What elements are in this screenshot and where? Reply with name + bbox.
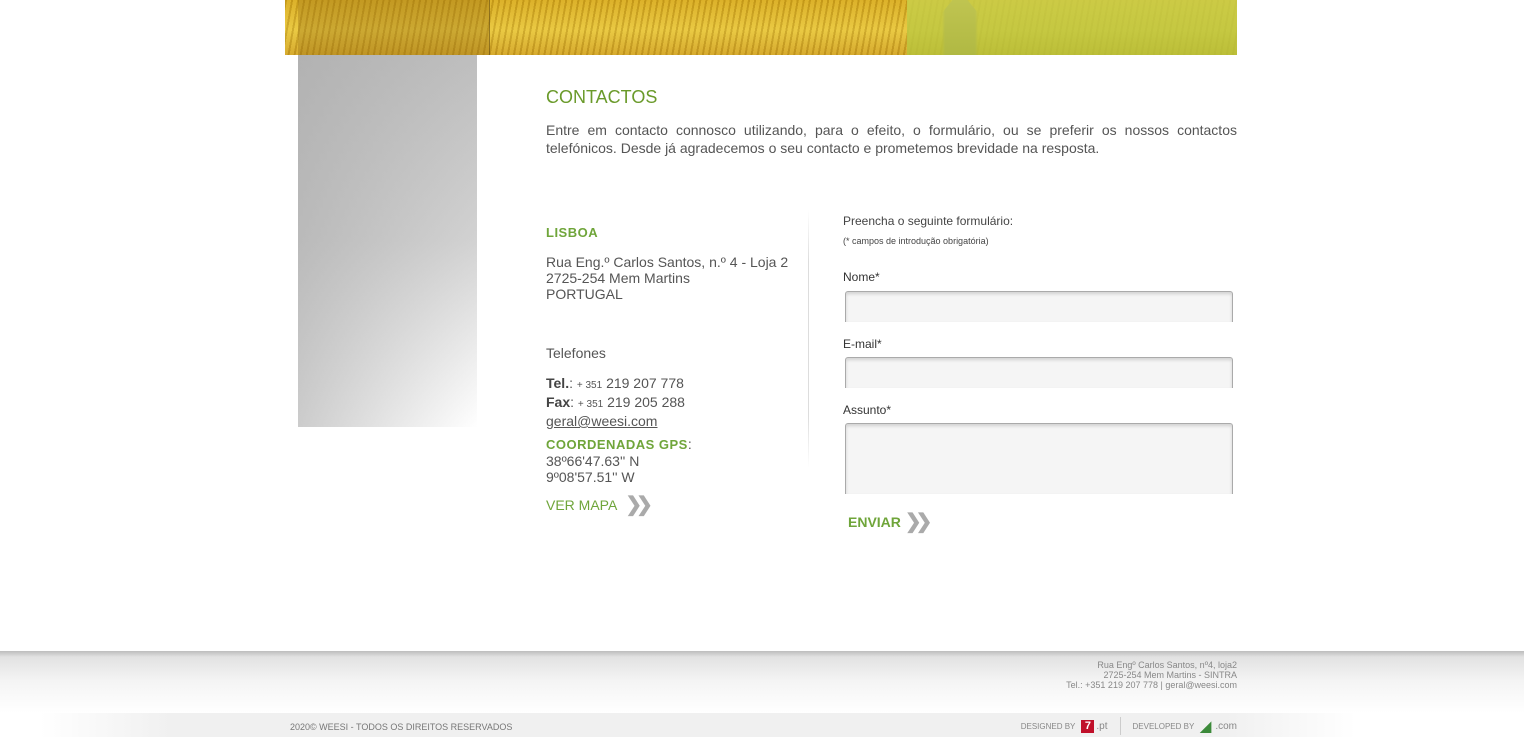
designer-domain: .pt — [1096, 720, 1108, 732]
email-label: E-mail* — [843, 337, 882, 351]
email-link[interactable]: geral@weesi.com — [546, 413, 657, 429]
footer-address-3: Tel.: +351 219 207 778 | geral@weesi.com — [1066, 680, 1237, 690]
address-line-1: Rua Eng.º Carlos Santos, n.º 4 - Loja 2 — [546, 254, 789, 270]
address-line-2: 2725-254 Mem Martins — [546, 270, 690, 286]
fax-number: 219 205 288 — [607, 394, 685, 410]
name-field[interactable] — [845, 291, 1233, 322]
office-address: Rua Eng.º Carlos Santos, n.º 4 - Loja 2 … — [546, 254, 788, 302]
sidebar-gradient — [298, 55, 477, 427]
view-map-link[interactable]: VER MAPA ❯❯ — [546, 494, 653, 516]
gps-title: COORDENADAS GPS — [546, 437, 688, 452]
gps-longitude: 9º08'57.51'' W — [546, 469, 635, 485]
column-divider — [808, 210, 809, 468]
tel-row: Tel.: + 351 219 207 778 — [546, 375, 684, 391]
name-label: Nome* — [843, 270, 880, 284]
gps-latitude: 38º66'47.63'' N — [546, 453, 640, 469]
developer-domain: .com — [1215, 720, 1237, 732]
send-label: ENVIAR — [848, 514, 901, 530]
designer-logo-link[interactable]: 7 .pt — [1081, 719, 1108, 733]
tel-label: Tel. — [546, 375, 570, 391]
footer-credits: DESIGNED BY 7 .pt DEVELOPED BY ◢ .com — [1021, 717, 1237, 735]
send-button[interactable]: ENVIAR ❯❯ — [848, 511, 932, 533]
email-field[interactable] — [845, 357, 1233, 388]
designer-logo-icon: 7 — [1081, 719, 1095, 733]
subject-label: Assunto* — [843, 403, 892, 417]
form-intro: Preencha o seguinte formulário: — [843, 214, 1014, 228]
fax-label: Fax — [546, 394, 571, 410]
copyright-text: 2020© WEESI - TODOS OS DIREITOS RESERVAD… — [290, 722, 513, 732]
page-title: CONTACTOS — [546, 87, 658, 107]
fax-row: Fax: + 351 219 205 288 — [546, 394, 685, 410]
subject-field[interactable] — [845, 423, 1233, 494]
fax-prefix: + 351 — [577, 399, 604, 410]
tel-prefix: + 351 — [576, 380, 603, 391]
footer-address-2: 2725-254 Mem Martins - SINTRA — [1103, 670, 1237, 680]
view-map-label: VER MAPA — [546, 497, 618, 513]
developer-logo-icon: ◢ — [1200, 717, 1212, 734]
banner-side-panel — [298, 0, 490, 55]
gps-block: COORDENADAS GPS: 38º66'47.63'' N 9º08'57… — [546, 436, 692, 485]
form-required-note: (* campos de introdução obrigatória) — [843, 236, 989, 246]
header-banner-image — [285, 0, 1237, 55]
developed-by-label: DEVELOPED BY — [1132, 721, 1195, 731]
phones-heading: Telefones — [546, 345, 606, 361]
credits-separator — [1119, 717, 1121, 735]
footer-address-1: Rua Engº Carlos Santos, nº4, loja2 — [1097, 660, 1237, 670]
developer-logo-link[interactable]: ◢ .com — [1200, 717, 1237, 734]
double-chevron-right-icon: ❯❯ — [625, 494, 652, 516]
footer-address: Rua Engº Carlos Santos, nº4, loja2 2725-… — [1066, 660, 1237, 690]
designed-by-label: DESIGNED BY — [1020, 721, 1076, 731]
office-heading: LISBOA — [546, 224, 598, 241]
green-field-graphic — [907, 0, 1237, 55]
tel-number: 219 207 778 — [606, 375, 684, 391]
address-line-3: PORTUGAL — [546, 286, 623, 302]
office-city: LISBOA — [546, 225, 599, 240]
phone-list: Tel.: + 351 219 207 778 Fax: + 351 219 2… — [546, 375, 685, 429]
double-chevron-right-icon: ❯❯ — [904, 511, 932, 533]
intro-text: Entre em contacto connosco utilizando, p… — [546, 122, 1237, 156]
